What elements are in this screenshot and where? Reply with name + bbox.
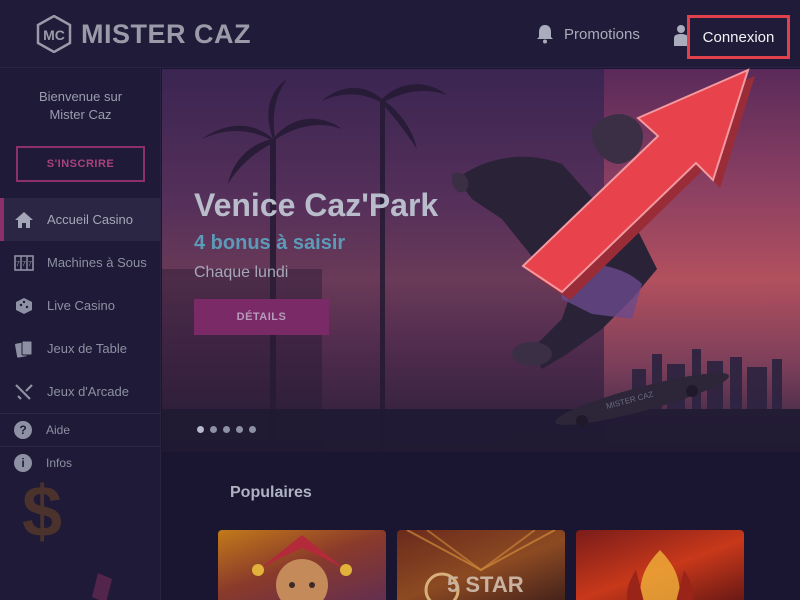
user-icon[interactable]	[674, 24, 688, 46]
carousel-dot[interactable]	[236, 426, 243, 433]
sidebar-item-label: Jeux d'Arcade	[47, 384, 129, 399]
popular-section-title: Populaires	[230, 484, 312, 501]
sidebar: Bienvenue sur Mister Caz S'INSCRIRE Accu…	[0, 68, 161, 600]
sidebar-item-label: Accueil Casino	[47, 212, 133, 227]
fire-hands-icon	[626, 550, 694, 600]
sidebar-item-help[interactable]: ? Aide	[0, 414, 161, 446]
svg-text:7: 7	[28, 261, 32, 268]
game-tile-fire[interactable]	[576, 530, 744, 600]
arrow-pointer-icon	[521, 68, 755, 300]
svg-text:$: $	[22, 472, 62, 552]
cards-icon	[14, 340, 34, 358]
game-tile-5-star[interactable]: 5 STAR	[397, 530, 565, 600]
sidebar-item-home[interactable]: Accueil Casino	[0, 198, 161, 241]
game-tile-label: 5 STAR	[447, 572, 524, 597]
hero-title: Venice Caz'Park	[194, 187, 439, 223]
hero-date: Chaque lundi	[194, 264, 289, 281]
bell-icon	[537, 25, 553, 44]
sidebar-item-label: Aide	[46, 423, 71, 437]
sidebar-item-label: Machines à Sous	[47, 255, 147, 270]
welcome-text: Bienvenue sur Mister Caz	[0, 88, 161, 124]
svg-text:7: 7	[22, 261, 26, 268]
jester-icon	[252, 535, 352, 600]
popular-games-row: 5 STAR	[218, 530, 744, 600]
svg-text:MC: MC	[43, 27, 65, 43]
signup-button[interactable]: S'INSCRIRE	[16, 146, 145, 182]
help-icon: ?	[14, 421, 32, 439]
swords-icon	[14, 383, 34, 401]
svg-text:7: 7	[16, 261, 20, 268]
hero-subtitle: 4 bonus à saisir	[194, 232, 346, 254]
details-button[interactable]: DÉTAILS	[194, 299, 329, 335]
sidebar-nav: Accueil Casino 777 Machines à Sous Live …	[0, 198, 161, 479]
carousel-dots	[197, 426, 256, 433]
game-tile-jester[interactable]	[218, 530, 386, 600]
welcome-line-1: Bienvenue sur	[38, 89, 123, 104]
dice-icon	[14, 297, 34, 315]
carousel-dot[interactable]	[210, 426, 217, 433]
logo-text: MISTER CAZ	[81, 18, 251, 49]
login-button[interactable]: Connexion	[687, 15, 790, 59]
sidebar-item-label: Jeux de Table	[47, 341, 127, 356]
dollar-decoration-icon: $	[22, 472, 62, 552]
sidebar-item-arcade[interactable]: Jeux d'Arcade	[0, 370, 161, 413]
logo-mark-icon: MC	[36, 15, 72, 53]
card-decoration-icon	[92, 573, 112, 600]
slot-machine-icon: 777	[14, 254, 34, 272]
sidebar-item-live-casino[interactable]: Live Casino	[0, 284, 161, 327]
carousel-dot[interactable]	[249, 426, 256, 433]
sidebar-item-label: Live Casino	[47, 298, 115, 313]
home-icon	[14, 211, 34, 229]
logo[interactable]: MC MISTER CAZ	[35, 15, 251, 53]
sidebar-item-table-games[interactable]: Jeux de Table	[0, 327, 161, 370]
promotions-link[interactable]: Promotions	[536, 24, 640, 44]
carousel-dot[interactable]	[223, 426, 230, 433]
page: MC MISTER CAZ Promotions Connexion Bienv…	[0, 0, 800, 600]
welcome-line-2: Mister Caz	[49, 107, 112, 122]
top-header: MC MISTER CAZ Promotions Connexion	[0, 0, 800, 68]
sidebar-item-slots[interactable]: 777 Machines à Sous	[0, 241, 161, 284]
promotions-label: Promotions	[564, 25, 640, 43]
carousel-dot[interactable]	[197, 426, 204, 433]
